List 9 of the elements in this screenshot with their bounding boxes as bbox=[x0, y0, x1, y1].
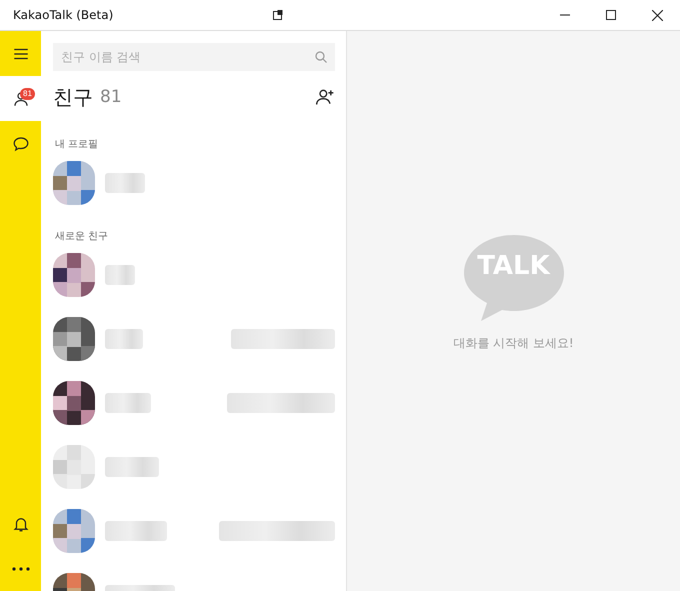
friends-tab[interactable]: 81 bbox=[0, 76, 41, 121]
friends-heading: 친구 bbox=[53, 84, 93, 110]
friends-count: 81 bbox=[100, 87, 123, 107]
window-title: KakaoTalk (Beta) bbox=[13, 8, 114, 22]
section-title: 새로운 친구 bbox=[55, 230, 110, 243]
section-title: 내 프로필 bbox=[55, 138, 100, 151]
search-field[interactable]: 친구 이름 검색 bbox=[53, 43, 335, 71]
count-badge: 81 bbox=[20, 88, 35, 100]
empty-chat-message: 대화를 시작해 보세요! bbox=[453, 334, 574, 352]
